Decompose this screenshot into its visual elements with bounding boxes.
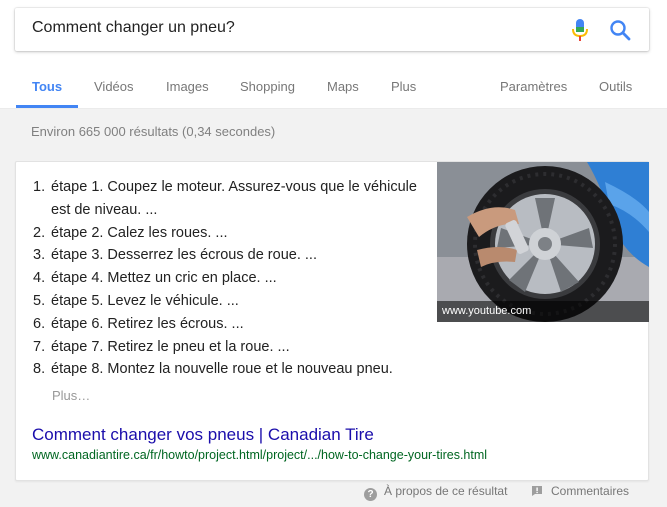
step-text: étape 6. Retirez les écrous. ...: [51, 315, 244, 332]
search-box[interactable]: Comment changer un pneu?: [15, 8, 649, 51]
step-number: 4.: [33, 270, 46, 287]
question-icon: ?: [364, 488, 377, 501]
about-result-link[interactable]: ? À propos de ce résultat: [364, 484, 508, 501]
list-item: 3. étape 3. Desserrez les écrous de roue.…: [33, 244, 438, 267]
list-item: 8. étape 8. Montez la nouvelle roue et le…: [33, 358, 438, 381]
featured-snippet: 1. étape 1. Coupez le moteur. Assurez-vou…: [15, 161, 649, 481]
step-number: 6.: [33, 315, 46, 332]
step-number: 3.: [33, 247, 46, 264]
feedback-icon: [532, 486, 542, 496]
tab-tous[interactable]: Tous: [32, 79, 62, 94]
thumbnail-caption-bar: www.youtube.com: [437, 301, 649, 322]
step-number: 8.: [33, 361, 46, 378]
list-item: 7. étape 7. Retirez le pneu et la roue. .…: [33, 336, 438, 359]
tab-tools[interactable]: Outils: [599, 79, 632, 94]
steps-list: 1. étape 1. Coupez le moteur. Assurez-vou…: [33, 176, 438, 381]
feedback-label: Commentaires: [551, 484, 630, 498]
step-number: 2.: [33, 224, 46, 241]
video-thumbnail[interactable]: www.youtube.com: [437, 162, 649, 322]
tab-maps[interactable]: Maps: [327, 79, 359, 94]
result-url[interactable]: www.canadiantire.ca/fr/howto/project.htm…: [32, 448, 487, 462]
list-item: 6. étape 6. Retirez les écrous. ...: [33, 313, 438, 336]
tab-images[interactable]: Images: [166, 79, 209, 94]
step-number: 1.: [33, 179, 46, 195]
list-item: 5. étape 5. Levez le véhicule. ...: [33, 290, 438, 313]
active-tab-indicator: [16, 105, 78, 108]
feedback-link[interactable]: Commentaires: [531, 484, 629, 500]
search-icon[interactable]: [609, 19, 631, 41]
step-text: étape 2. Calez les roues. ...: [51, 224, 228, 241]
step-text: étape 7. Retirez le pneu et la roue. ...: [51, 338, 290, 355]
step-text: étape 3. Desserrez les écrous de roue. .…: [51, 247, 317, 264]
list-item: 2. étape 2. Calez les roues. ...: [33, 222, 438, 245]
step-text: étape 5. Levez le véhicule. ...: [51, 292, 239, 309]
search-tabs: Tous Vidéos Images Shopping Maps Plus Pa…: [0, 70, 667, 109]
thumbnail-source: www.youtube.com: [442, 305, 532, 317]
step-text: étape 4. Mettez un cric en place. ...: [51, 270, 277, 287]
step-number: 7.: [33, 338, 46, 355]
step-text: étape 1. Coupez le moteur. Assurez-vous …: [51, 179, 417, 218]
tab-videos[interactable]: Vidéos: [94, 79, 134, 94]
tab-shopping[interactable]: Shopping: [240, 79, 295, 94]
tab-settings[interactable]: Paramètres: [500, 79, 567, 94]
list-item: 1. étape 1. Coupez le moteur. Assurez-vou…: [33, 176, 438, 222]
more-link[interactable]: Plus…: [52, 388, 90, 403]
step-number: 5.: [33, 292, 46, 309]
header-area: Comment changer un pneu? Tous Vidéos Ima…: [0, 0, 667, 109]
list-item: 4. étape 4. Mettez un cric en place. ...: [33, 267, 438, 290]
tire-image: [437, 162, 649, 322]
search-input[interactable]: Comment changer un pneu?: [32, 19, 235, 37]
tab-plus[interactable]: Plus: [391, 79, 416, 94]
result-title-link[interactable]: Comment changer vos pneus | Canadian Tir…: [32, 425, 374, 445]
step-text: étape 8. Montez la nouvelle roue et le n…: [51, 361, 393, 378]
about-result-label: À propos de ce résultat: [384, 484, 508, 498]
result-stats: Environ 665 000 résultats (0,34 secondes…: [31, 124, 276, 139]
microphone-icon[interactable]: [570, 18, 590, 42]
